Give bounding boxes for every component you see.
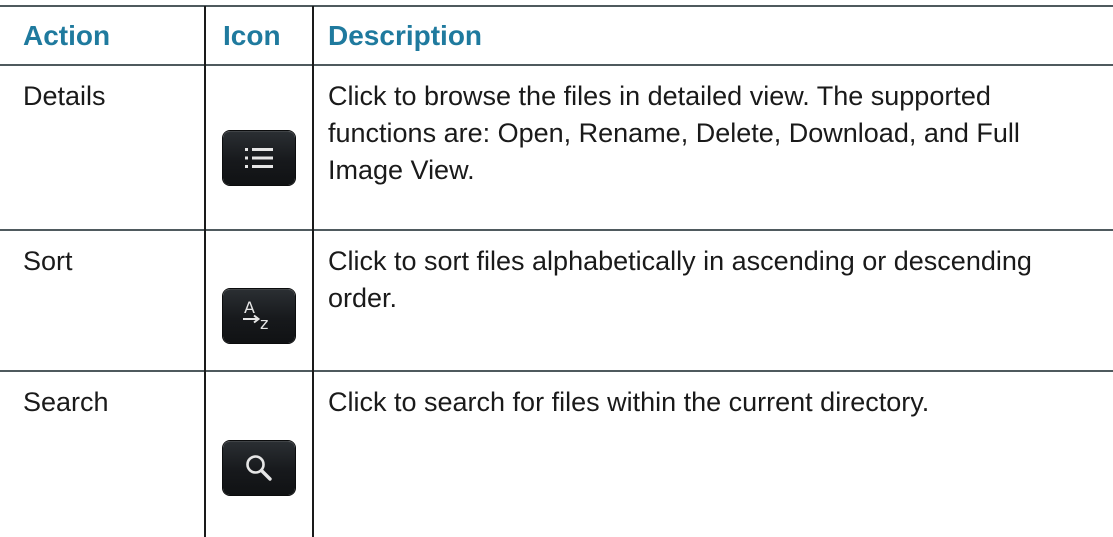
header-icon: Icon [223, 20, 281, 51]
column-divider-2 [312, 6, 314, 537]
row-action-label: Search [23, 387, 109, 417]
row-divider-1 [0, 229, 1113, 231]
sort-button[interactable]: A z [223, 289, 295, 343]
column-divider-1 [204, 6, 206, 537]
details-button[interactable] [223, 131, 295, 185]
table-top-rule [0, 5, 1113, 7]
row-description: Click to sort files alphabetically in as… [328, 246, 1032, 313]
header-description: Description [328, 20, 483, 51]
actions-table: Action Icon Description Details Click to… [0, 0, 1113, 537]
row-action-label: Sort [23, 246, 73, 276]
sort-az-icon: A z [239, 296, 279, 336]
search-icon [244, 453, 274, 483]
svg-text:A: A [244, 298, 255, 317]
header-action: Action [23, 20, 111, 51]
row-action-label: Details [23, 81, 106, 111]
list-icon [244, 147, 274, 169]
svg-text:z: z [260, 314, 268, 333]
search-button[interactable] [223, 441, 295, 495]
row-divider-2 [0, 370, 1113, 372]
row-description: Click to search for files within the cur… [328, 387, 930, 417]
row-description: Click to browse the files in detailed vi… [328, 81, 1020, 185]
header-bottom-rule [0, 64, 1113, 66]
